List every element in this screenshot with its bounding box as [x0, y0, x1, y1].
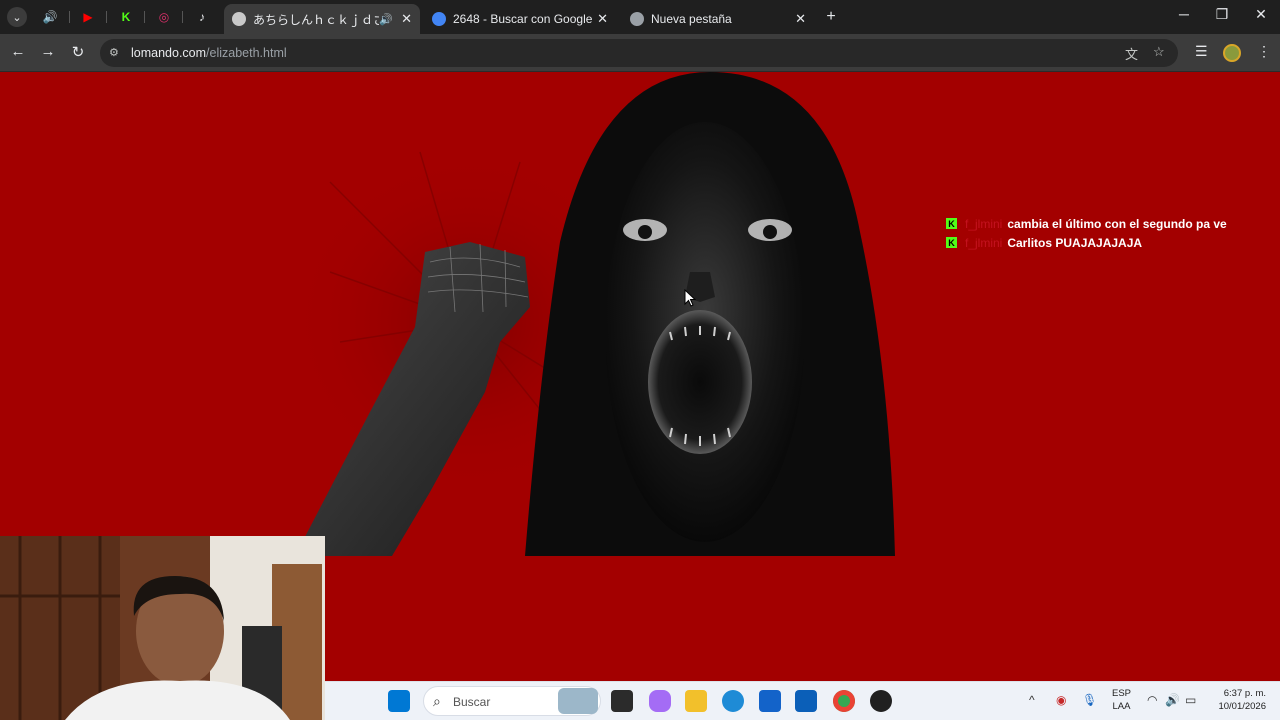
tab-separator [106, 11, 107, 23]
pinned-tab-youtube[interactable]: ▶ [72, 7, 104, 27]
tab-separator [69, 11, 70, 23]
chrome-icon [630, 12, 644, 26]
translate-icon[interactable]: 文 [1125, 44, 1138, 63]
close-icon[interactable]: ✕ [795, 11, 806, 27]
speaker-icon: 🔊 [42, 10, 58, 24]
mouse-cursor-icon [684, 289, 696, 307]
microphone-icon[interactable]: 🎙 [1082, 693, 1097, 707]
back-button[interactable]: ← [8, 43, 28, 60]
instagram-icon: ◎ [158, 10, 170, 24]
chat-message: K f_jlmini Carlitos PUAJAJAJAJA [946, 233, 1227, 252]
google-icon [432, 12, 446, 26]
kick-icon: K [121, 10, 131, 24]
chat-username: f_jlmini [965, 216, 1003, 231]
youtube-icon: ▶ [83, 10, 93, 24]
chat-username: f_jlmini [965, 235, 1003, 250]
url-text[interactable]: lomando.com/elizabeth.html [131, 46, 287, 60]
window-close-button[interactable]: ✕ [1249, 6, 1273, 23]
chat-text: Carlitos PUAJAJAJAJA [1007, 235, 1143, 250]
tab-title: Nueva pestaña [651, 12, 732, 26]
tab-google-search[interactable]: 2648 - Buscar con Google ✕ [424, 4, 616, 34]
task-view-icon[interactable] [611, 690, 633, 712]
close-icon[interactable]: ✕ [597, 11, 608, 27]
keyboard-layout: LAA [1112, 701, 1131, 712]
left-pupil [638, 225, 652, 239]
minimize-button[interactable]: ─ [1172, 6, 1196, 22]
chevron-up-icon[interactable]: ^ [1029, 693, 1035, 707]
tab-separator [182, 11, 183, 23]
kick-badge-icon: K [946, 237, 957, 248]
wifi-icon[interactable]: ◠ [1147, 693, 1157, 707]
tiktok-icon: ♪ [199, 10, 205, 24]
horror-image [290, 72, 895, 556]
webcam-feed [0, 536, 325, 720]
tab-active[interactable]: あちらしんｈｃｋｊｄさ 🔊 ✕ [224, 4, 420, 34]
new-tab-button[interactable]: + [822, 8, 840, 26]
language-indicator[interactable]: ESP LAA [1112, 687, 1131, 713]
site-info-icon[interactable]: ⚙ [109, 46, 119, 59]
system-clock[interactable]: 6:37 p. m. 10/01/2026 [1208, 687, 1266, 713]
url-host: lomando.com [131, 46, 207, 60]
reading-list-icon[interactable]: ☰ [1195, 43, 1208, 60]
chat-text: cambia el último con el segundo pa ve [1007, 216, 1227, 231]
close-icon[interactable]: ✕ [401, 11, 412, 27]
pinned-tab-kick[interactable]: K [110, 7, 142, 27]
clock-time: 6:37 p. m. [1223, 688, 1266, 699]
right-pupil [763, 225, 777, 239]
obs-icon[interactable] [870, 690, 892, 712]
search-label: Buscar [453, 695, 491, 709]
tab-search-button[interactable]: ⌄ [7, 7, 27, 27]
file-explorer-icon[interactable] [685, 690, 707, 712]
pinned-tab-tiktok[interactable]: ♪ [186, 7, 218, 27]
store-icon[interactable] [759, 690, 781, 712]
tab-strip: ⌄ 🔊 ▶ K ◎ ♪ あちらしんｈｃｋｊｄさ 🔊 ✕ 2648 - Busca… [0, 0, 1280, 34]
maximize-button[interactable]: ❐ [1210, 6, 1234, 23]
pinned-tab-audio[interactable]: 🔊 [34, 7, 66, 27]
chat-overlay: K f_jlmini cambia el último con el segun… [946, 214, 1227, 252]
chat-message: K f_jlmini cambia el último con el segun… [946, 214, 1227, 233]
edge-icon[interactable] [722, 690, 744, 712]
chrome-icon[interactable] [833, 690, 855, 712]
copilot-icon[interactable] [649, 690, 671, 712]
kick-badge-icon: K [946, 218, 957, 229]
profile-avatar[interactable] [1223, 44, 1241, 62]
webcam-overlay [0, 536, 325, 720]
outlook-icon[interactable] [795, 690, 817, 712]
chevron-down-icon: ⌄ [12, 11, 22, 24]
tab-favicon [232, 12, 246, 26]
battery-icon[interactable]: ▭ [1185, 693, 1196, 707]
reload-button[interactable]: ↻ [68, 43, 88, 61]
tab-separator [144, 11, 145, 23]
forward-button[interactable]: → [38, 43, 58, 60]
menu-icon[interactable]: ⋮ [1257, 43, 1271, 60]
tab-new-tab[interactable]: Nueva pestaña ✕ [622, 4, 814, 34]
pinned-tab-instagram[interactable]: ◎ [148, 7, 180, 27]
volume-icon[interactable]: 🔊 [1165, 693, 1180, 707]
clock-date: 10/01/2026 [1218, 701, 1266, 712]
language-code: ESP [1112, 688, 1132, 699]
speaker-icon[interactable]: 🔊 [379, 13, 393, 26]
tab-title: 2648 - Buscar con Google [453, 12, 593, 26]
search-highlight-image[interactable] [558, 688, 598, 714]
tab-title: あちらしんｈｃｋｊｄさ [253, 12, 380, 27]
bookmark-star-icon[interactable]: ☆ [1153, 44, 1165, 60]
search-icon: ⌕ [433, 693, 441, 709]
browser-toolbar: ← → ↻ ⚙ lomando.com/elizabeth.html 文 ☆ ☰… [0, 34, 1280, 72]
address-bar[interactable]: ⚙ lomando.com/elizabeth.html 文 ☆ [100, 39, 1178, 67]
antivirus-icon[interactable]: ◉ [1056, 693, 1066, 707]
url-path: /elizabeth.html [206, 46, 287, 60]
windows-taskbar: ⌕ Buscar ^ ◉ 🎙 ESP LAA ◠ 🔊 ▭ 6:37 p. m. … [325, 681, 1280, 720]
start-button[interactable] [388, 690, 410, 712]
